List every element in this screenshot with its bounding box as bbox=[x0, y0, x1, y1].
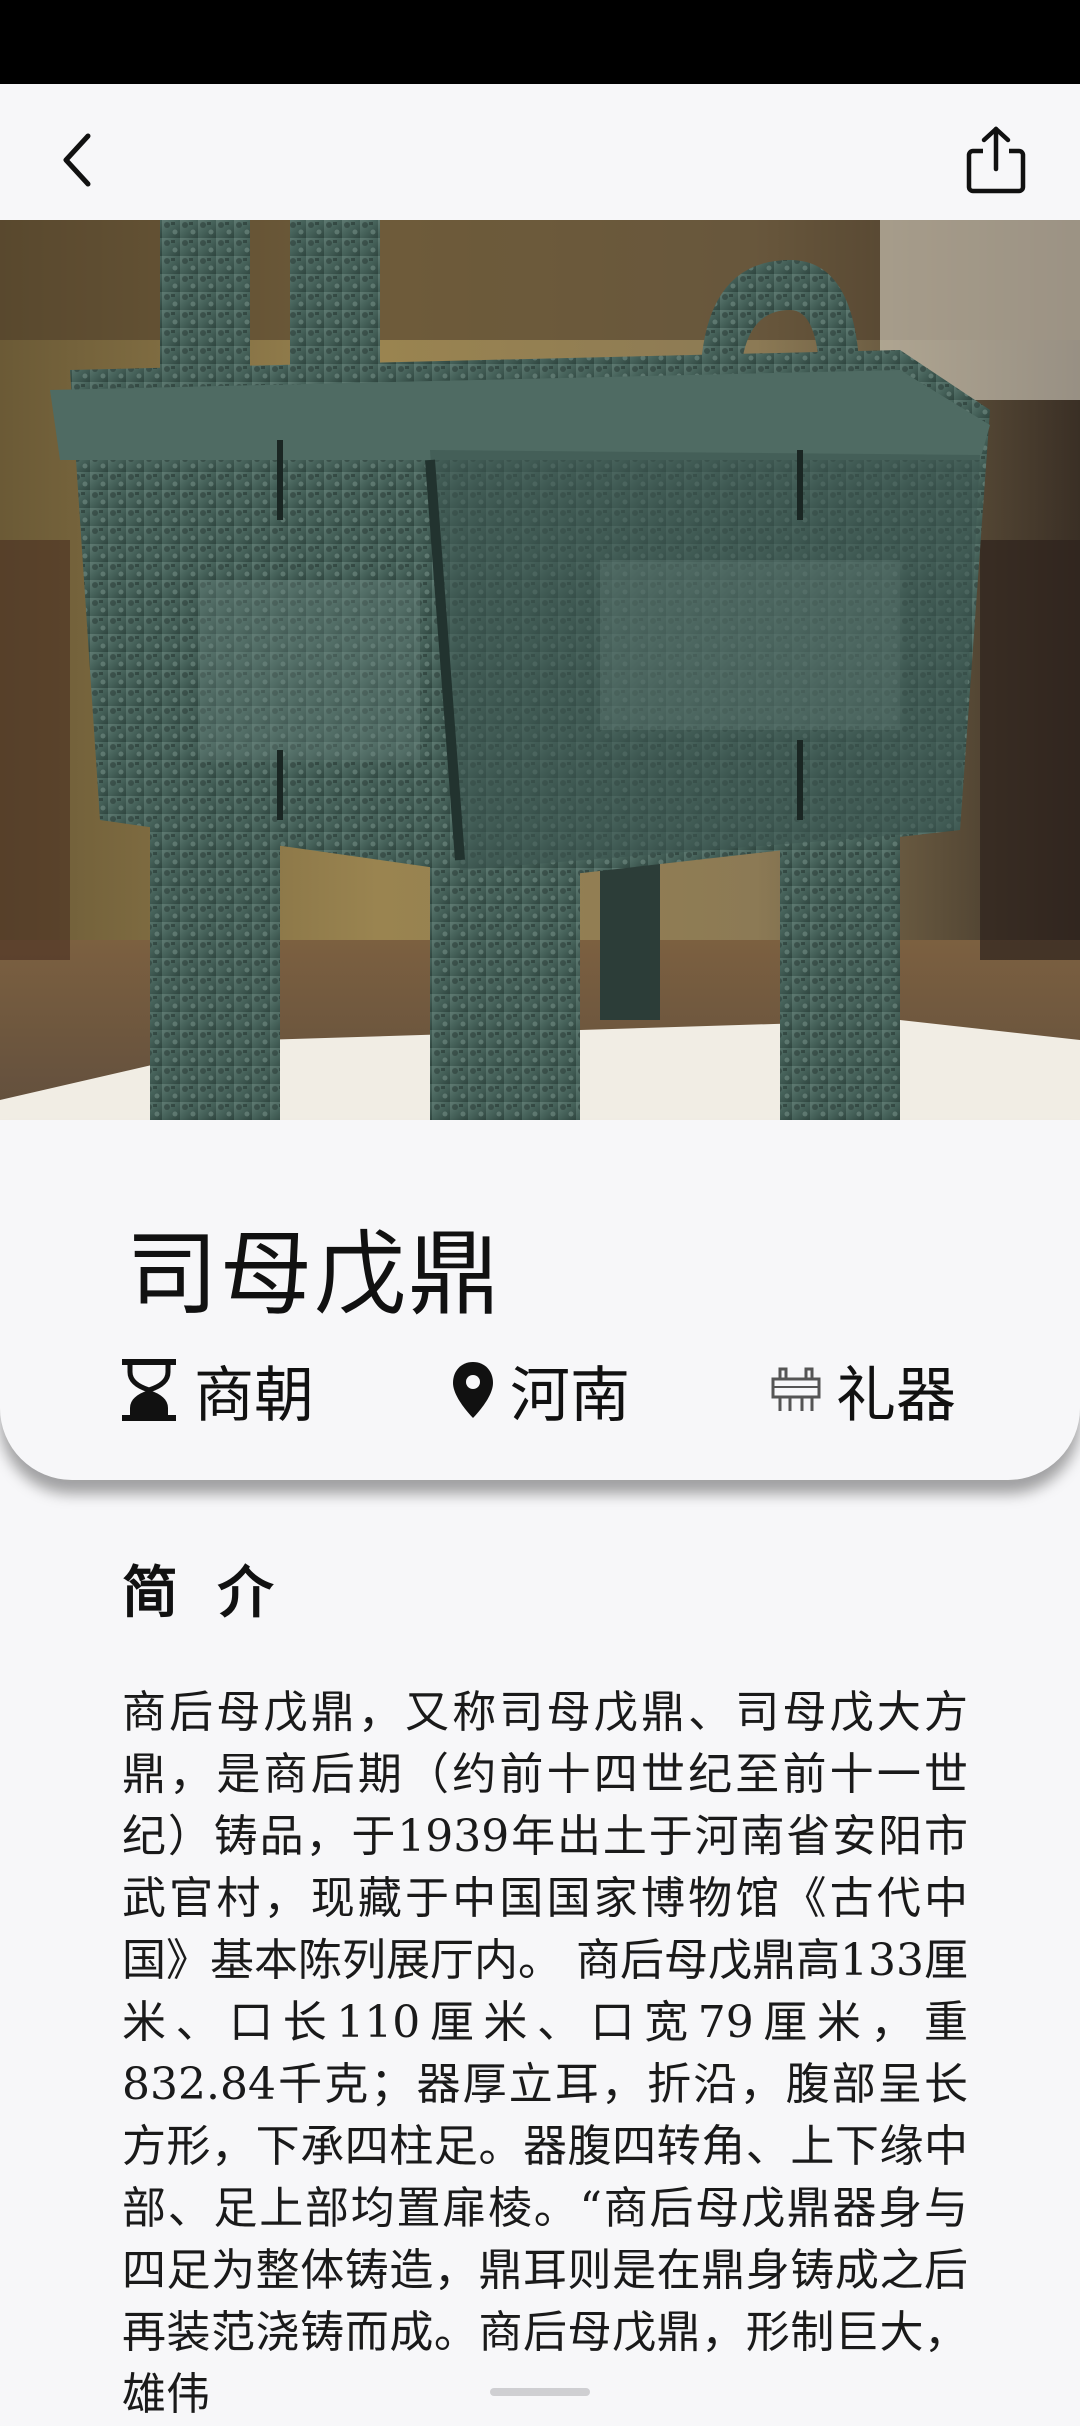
home-indicator[interactable] bbox=[490, 2388, 590, 2396]
top-toolbar bbox=[0, 84, 1080, 220]
artifact-photo bbox=[0, 220, 1080, 1166]
artifact-title: 司母戊鼎 bbox=[126, 1221, 503, 1328]
artifact-info-card: 司母戊鼎 商朝 河南 礼器 bbox=[0, 1120, 1080, 1480]
location-label: 河南 bbox=[510, 1360, 630, 1431]
status-bar bbox=[0, 0, 1080, 84]
share-icon bbox=[966, 126, 1026, 194]
era-label: 商朝 bbox=[194, 1360, 314, 1431]
chevron-left-icon bbox=[63, 133, 91, 187]
category-label: 礼器 bbox=[836, 1360, 956, 1431]
era-tag: 商朝 bbox=[118, 1350, 314, 1431]
ding-vessel-icon bbox=[770, 1365, 822, 1415]
category-tag: 礼器 bbox=[770, 1350, 956, 1431]
hourglass-icon bbox=[118, 1358, 180, 1422]
intro-heading: 简 介 bbox=[122, 1561, 284, 1626]
share-button[interactable] bbox=[950, 114, 1042, 206]
intro-text: 商后母戊鼎，又称司母戊鼎、司母戊大方鼎，是商后期（约前十四世纪至前十一世纪）铸品… bbox=[122, 1687, 968, 2420]
map-pin-icon bbox=[450, 1360, 496, 1420]
back-button[interactable] bbox=[40, 120, 120, 200]
location-tag: 河南 bbox=[450, 1350, 630, 1431]
